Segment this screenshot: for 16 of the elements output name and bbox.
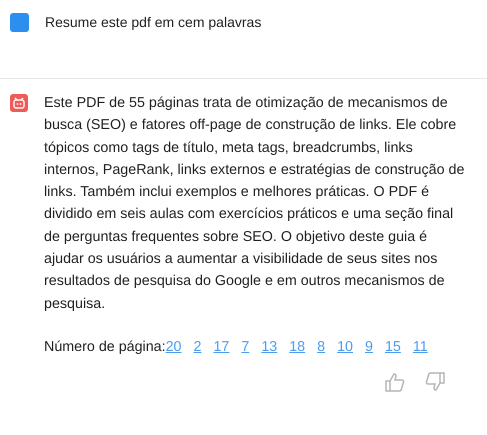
user-message: Resume este pdf em cem palavras — [45, 13, 262, 32]
page-link[interactable]: 2 — [194, 336, 202, 358]
page-link[interactable]: 8 — [317, 336, 326, 358]
user-avatar-icon — [10, 13, 29, 32]
page-link[interactable]: 20 — [166, 336, 182, 358]
page-number-label: Número de página: — [44, 338, 166, 357]
page-link[interactable]: 18 — [289, 336, 306, 358]
bot-avatar-icon — [10, 94, 28, 112]
page-link[interactable]: 10 — [337, 336, 353, 358]
page-link[interactable]: 7 — [241, 336, 250, 358]
page-link[interactable]: 9 — [365, 336, 373, 358]
page-link[interactable]: 13 — [261, 336, 278, 358]
page-link[interactable]: 11 — [412, 336, 428, 358]
bot-message: Este PDF de 55 páginas trata de otimização de mecanismos de busca (SEO) e fatores off-page de construção de links. Ele cobre tópicos como tags de título, meta tags, breadcrumbs, links internos, PageRank, links externos e estratégias de construção de links. Também inclui exemplos e melhores práticas. O PDF é dividido em seis aulas com exercícios práticos e uma seção final de perguntas frequentes sobre SEO. O objetivo deste guia é ajudar os usuários a aumentar a visibilidade de seus sites nos resultados de pesquisa do Google e em outros mecanismos de pesquisa. — [44, 94, 466, 314]
page-link[interactable]: 15 — [384, 336, 401, 358]
page-link[interactable]: 17 — [213, 336, 230, 358]
